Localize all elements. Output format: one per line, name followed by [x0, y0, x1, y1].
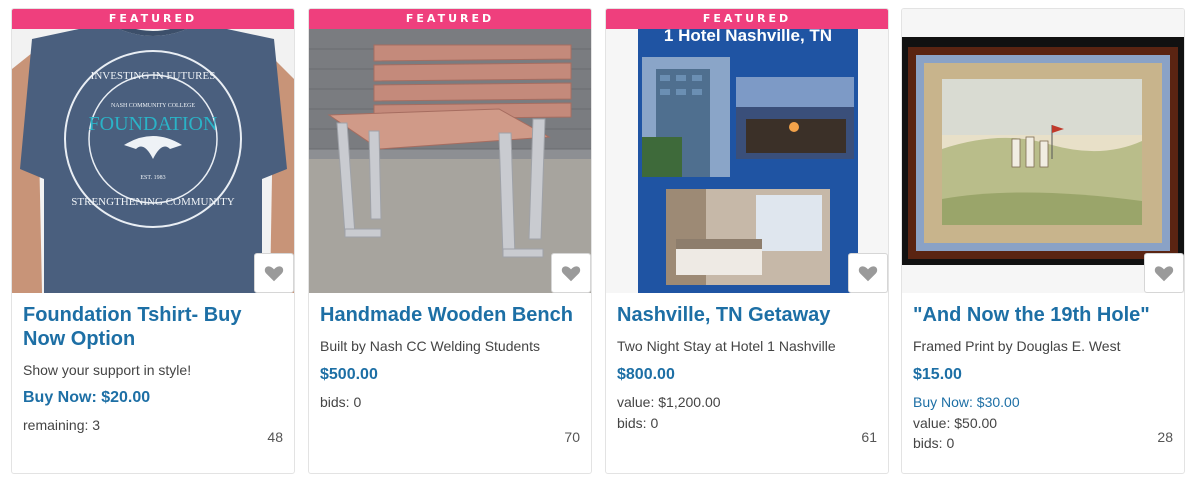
item-number: 70 — [564, 429, 580, 445]
item-card-foundation-tshirt[interactable]: INVESTING IN FUTURES NASH COMMUNITY COLL… — [11, 8, 295, 474]
item-title[interactable]: Nashville, TN Getaway — [617, 303, 879, 327]
item-title-line-1: Foundation Tshirt- Buy — [23, 304, 242, 326]
featured-badge: FEATURED — [12, 9, 294, 29]
favorite-button[interactable] — [254, 253, 294, 293]
item-subtitle: Framed Print by Douglas E. West — [913, 338, 1121, 354]
item-card-wooden-bench[interactable]: FEATURED Handmade Wooden Bench Built by … — [308, 8, 592, 474]
buy-now-link[interactable]: Buy Now: $30.00 — [913, 394, 1020, 410]
item-card-nashville-getaway[interactable]: 1 Hotel Nashville, TN FEATURED Nashville… — [605, 8, 889, 474]
heart-icon — [561, 266, 581, 282]
item-number: 28 — [1157, 429, 1173, 445]
item-title[interactable]: Handmade Wooden Bench — [320, 303, 582, 327]
shirt-text-est: EST. 1983 — [140, 175, 165, 181]
current-price: $500.00 — [320, 366, 378, 383]
shirt-text-college: NASH COMMUNITY COLLEGE — [111, 103, 195, 109]
item-image[interactable]: INVESTING IN FUTURES NASH COMMUNITY COLL… — [12, 9, 294, 293]
shirt-text-foundation: FOUNDATION — [89, 113, 218, 135]
favorite-button[interactable] — [551, 253, 591, 293]
item-value: value: $1,200.00 — [617, 394, 721, 410]
bid-count: bids: 0 — [617, 415, 659, 431]
shirt-text-top: INVESTING IN FUTURES — [91, 70, 216, 82]
item-number: 48 — [267, 429, 283, 445]
item-subtitle: Two Night Stay at Hotel 1 Nashville — [617, 338, 836, 354]
item-number: 61 — [861, 429, 877, 445]
item-value: value: $50.00 — [913, 415, 998, 431]
current-price: $800.00 — [617, 366, 675, 383]
item-subtitle: Built by Nash CC Welding Students — [320, 338, 540, 354]
featured-badge: FEATURED — [606, 9, 888, 29]
heart-icon — [1154, 266, 1174, 282]
item-image[interactable]: 1 Hotel Nashville, TN — [606, 9, 888, 293]
bid-count: bids: 0 — [320, 394, 362, 410]
favorite-button[interactable] — [848, 253, 888, 293]
heart-icon — [858, 266, 878, 282]
item-card-19th-hole-print[interactable]: "And Now the 19th Hole" Framed Print by … — [901, 8, 1185, 474]
featured-badge: FEATURED — [309, 9, 591, 29]
item-title[interactable]: "And Now the 19th Hole" — [913, 303, 1175, 327]
item-subtitle: Show your support in style! — [23, 362, 192, 378]
heart-icon — [264, 266, 284, 282]
item-image[interactable] — [309, 9, 591, 293]
item-image[interactable] — [902, 9, 1184, 293]
remaining-count: remaining: 3 — [23, 417, 101, 433]
item-title-line-2: Now Option — [23, 328, 136, 350]
shirt-text-bottom: STRENGTHENING COMMUNITY — [71, 196, 235, 208]
bid-count: bids: 0 — [913, 435, 955, 451]
item-title[interactable]: Foundation Tshirt- Buy Now Option — [23, 303, 285, 351]
current-price: $15.00 — [913, 366, 962, 383]
buy-now-price[interactable]: Buy Now: $20.00 — [23, 389, 150, 407]
favorite-button[interactable] — [1144, 253, 1184, 293]
